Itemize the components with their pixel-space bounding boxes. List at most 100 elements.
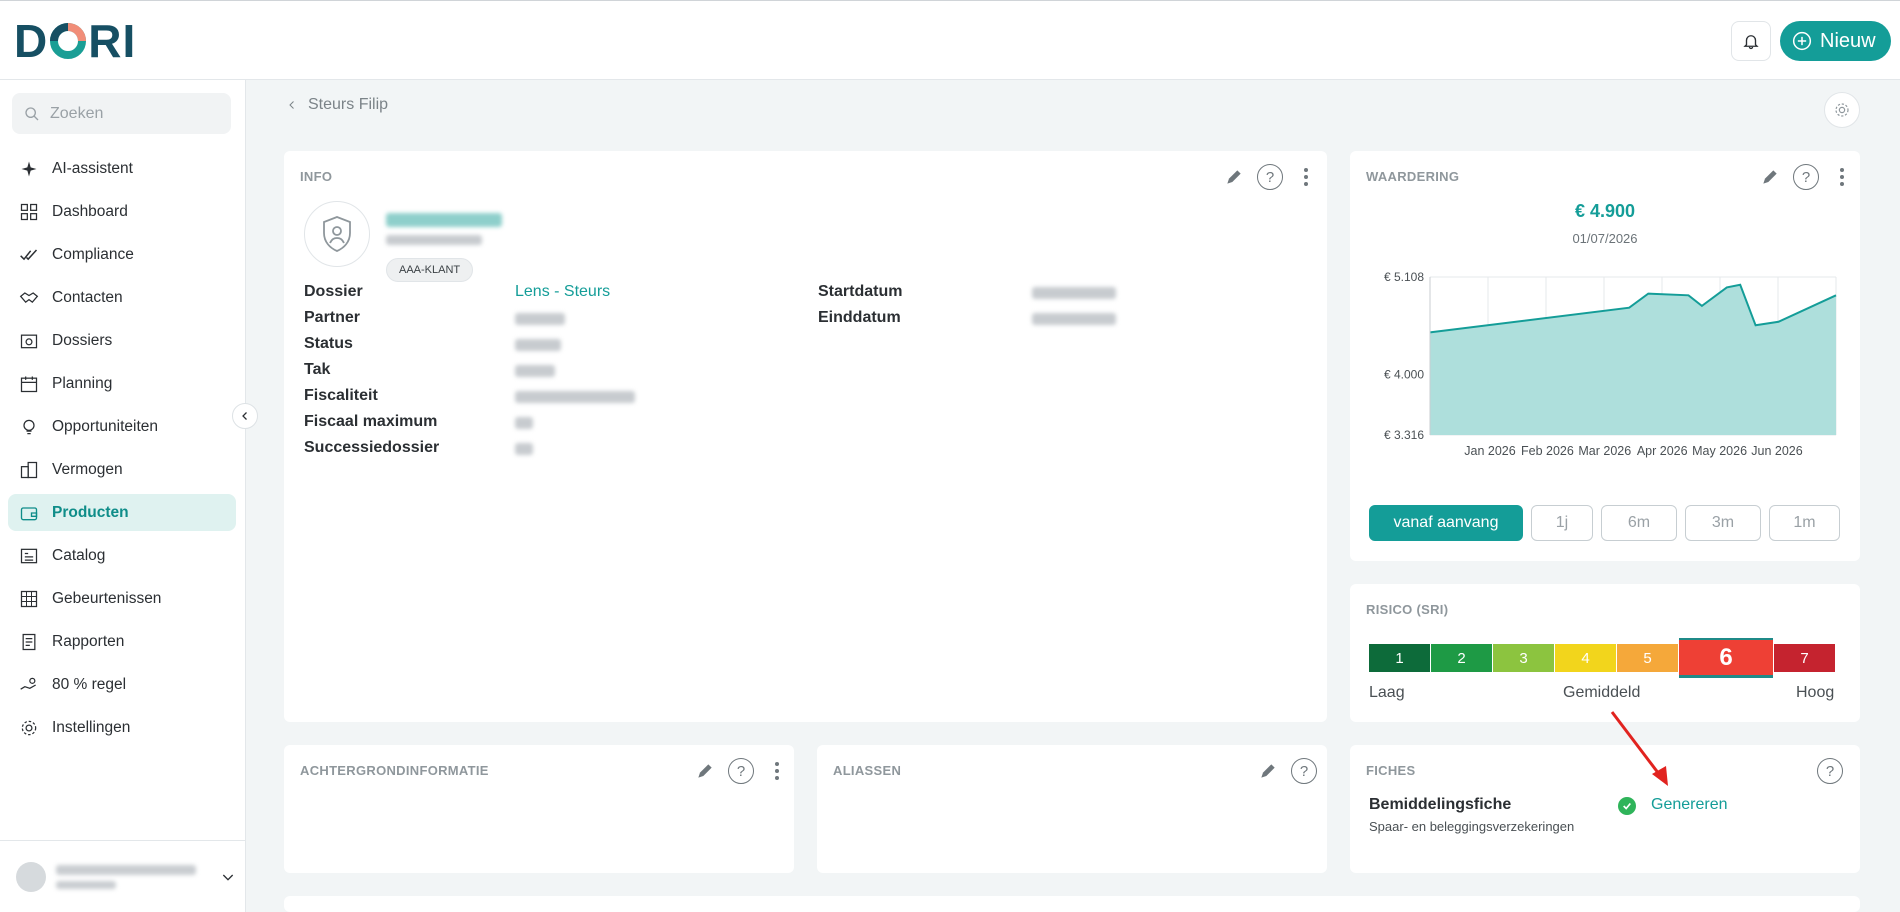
collapse-sidebar-button[interactable] — [232, 403, 258, 429]
sidebar-item-ai-assistent[interactable]: AI-assistent — [8, 150, 236, 187]
sri-level-5: 5 — [1617, 644, 1678, 672]
sidebar-item-vermogen[interactable]: Vermogen — [8, 451, 236, 488]
field-value — [515, 391, 635, 403]
help-button[interactable]: ? — [1793, 164, 1819, 190]
sidebar-item-label: Dashboard — [52, 202, 128, 220]
help-button[interactable]: ? — [1291, 758, 1317, 784]
search-input[interactable]: Zoeken — [12, 93, 231, 134]
sri-level-6: 6 — [1679, 638, 1773, 678]
sidebar-item-label: Rapporten — [52, 632, 125, 650]
range-button-3m[interactable]: 3m — [1685, 505, 1761, 541]
pencil-icon — [698, 764, 712, 778]
x-tick-label: Feb 2026 — [1521, 444, 1574, 458]
range-selector: vanaf aanvang 1j 6m 3m 1m — [1369, 505, 1840, 541]
sidebar-item-catalog[interactable]: Catalog — [8, 537, 236, 574]
field-value — [515, 417, 533, 429]
dossier-link[interactable]: Lens - Steurs — [515, 283, 610, 301]
sidebar-item-gebeurtenissen[interactable]: Gebeurtenissen — [8, 580, 236, 617]
valuation-amount: € 4.900 — [1574, 201, 1636, 221]
waardering-title: WAARDERING — [1366, 169, 1460, 184]
page-settings-button[interactable] — [1824, 92, 1860, 128]
pencil-icon — [1261, 764, 1275, 778]
sidebar-item-planning[interactable]: Planning — [8, 365, 236, 402]
user-role — [56, 880, 116, 889]
sidebar-item-contacten[interactable]: Contacten — [8, 279, 236, 316]
sidebar: Zoeken AI-assistent Dashboard Compliance Co… — [0, 80, 246, 912]
gear-icon — [1835, 103, 1849, 117]
sidebar-item-producten[interactable]: Producten — [8, 494, 236, 531]
user-name — [56, 864, 196, 875]
sri-level-7: 7 — [1774, 644, 1835, 672]
aliassen-tools: ? — [1255, 758, 1317, 784]
sri-label-high: Hoog — [1796, 684, 1835, 701]
range-button-6m[interactable]: 6m — [1601, 505, 1677, 541]
money-box-icon — [18, 330, 40, 352]
sidebar-item-label: Opportuniteiten — [52, 417, 158, 435]
help-button[interactable]: ? — [1257, 164, 1283, 190]
field-label: Fiscaal maximum — [304, 413, 438, 430]
help-icon: ? — [1801, 168, 1811, 186]
achtergrond-tools: ? — [692, 758, 790, 784]
shield-person-icon — [323, 216, 351, 252]
range-button-1j[interactable]: 1j — [1531, 505, 1593, 541]
series-area — [1430, 284, 1836, 435]
sidebar-item-label: Catalog — [52, 546, 106, 564]
fiches-title: FICHES — [1366, 763, 1416, 778]
buildings-icon — [18, 459, 40, 481]
kebab-icon — [1840, 168, 1844, 186]
field-label: Status — [304, 335, 353, 352]
more-menu-button[interactable] — [1829, 164, 1855, 190]
kebab-icon — [775, 762, 779, 780]
x-tick-label: May 2026 — [1692, 444, 1747, 458]
edit-button[interactable] — [692, 758, 718, 784]
more-menu-button[interactable] — [764, 758, 790, 784]
info-card: INFO ? AAA-KLANT Dossier Lens - Steurs Par… — [284, 151, 1327, 722]
sidebar-item-label: Gebeurtenissen — [52, 589, 162, 607]
chevron-left-icon — [289, 101, 294, 109]
hand-coins-icon — [18, 674, 40, 696]
lightbulb-icon — [18, 416, 40, 438]
product-avatar — [304, 201, 370, 267]
sidebar-item-compliance[interactable]: Compliance — [8, 236, 236, 273]
aliassen-title: ALIASSEN — [833, 763, 902, 778]
sidebar-item-dashboard[interactable]: Dashboard — [8, 193, 236, 230]
waardering-card: WAARDERING ? € 4.900 01/07/2026 € 3.316 €… — [1350, 151, 1860, 561]
dashboard-grid-icon — [18, 201, 40, 223]
fiches-tools: ? — [1817, 758, 1843, 784]
notifications-button[interactable] — [1731, 21, 1771, 61]
sidebar-item-opportuniteiten[interactable]: Opportuniteiten — [8, 408, 236, 445]
double-check-icon — [18, 244, 40, 266]
bell-icon — [1743, 35, 1759, 50]
aliassen-card: ALIASSEN ? — [817, 745, 1327, 873]
breadcrumb[interactable]: Steurs Filip — [286, 96, 388, 114]
field-value — [515, 313, 565, 325]
sidebar-item-dossiers[interactable]: Dossiers — [8, 322, 236, 359]
x-tick-label: Mar 2026 — [1578, 444, 1631, 458]
range-button-1m[interactable]: 1m — [1769, 505, 1840, 541]
sri-label-low: Laag — [1369, 684, 1405, 701]
sidebar-item-label: 80 % regel — [52, 675, 127, 693]
sidebar-item-rapporten[interactable]: Rapporten — [8, 623, 236, 660]
help-icon: ? — [736, 762, 746, 780]
sidebar-item-label: Producten — [52, 503, 129, 521]
bottom-card — [284, 896, 1860, 912]
app-logo[interactable]: D RI — [14, 15, 136, 67]
more-menu-button[interactable] — [1293, 164, 1319, 190]
help-button[interactable]: ? — [728, 758, 754, 784]
edit-button[interactable] — [1255, 758, 1281, 784]
sidebar-item-instellingen[interactable]: Instellingen — [8, 709, 236, 746]
risico-title: RISICO (SRI) — [1366, 602, 1449, 617]
range-button-vanaf-aanvang[interactable]: vanaf aanvang — [1369, 505, 1523, 541]
sri-level-2: 2 — [1431, 644, 1492, 672]
new-button[interactable]: Nieuw — [1780, 21, 1891, 61]
generate-fiche-link[interactable]: Genereren — [1651, 796, 1728, 814]
achtergrond-card: ACHTERGRONDINFORMATIE ? — [284, 745, 794, 873]
edit-button[interactable] — [1757, 164, 1783, 190]
gear-icon — [18, 717, 40, 739]
user-menu[interactable] — [0, 840, 246, 912]
help-button[interactable]: ? — [1817, 758, 1843, 784]
sidebar-item-80-regel[interactable]: 80 % regel — [8, 666, 236, 703]
edit-button[interactable] — [1221, 164, 1247, 190]
calendar-icon — [18, 373, 40, 395]
risico-card: RISICO (SRI) 1234567 Laag Gemiddeld Hoog — [1350, 584, 1860, 722]
